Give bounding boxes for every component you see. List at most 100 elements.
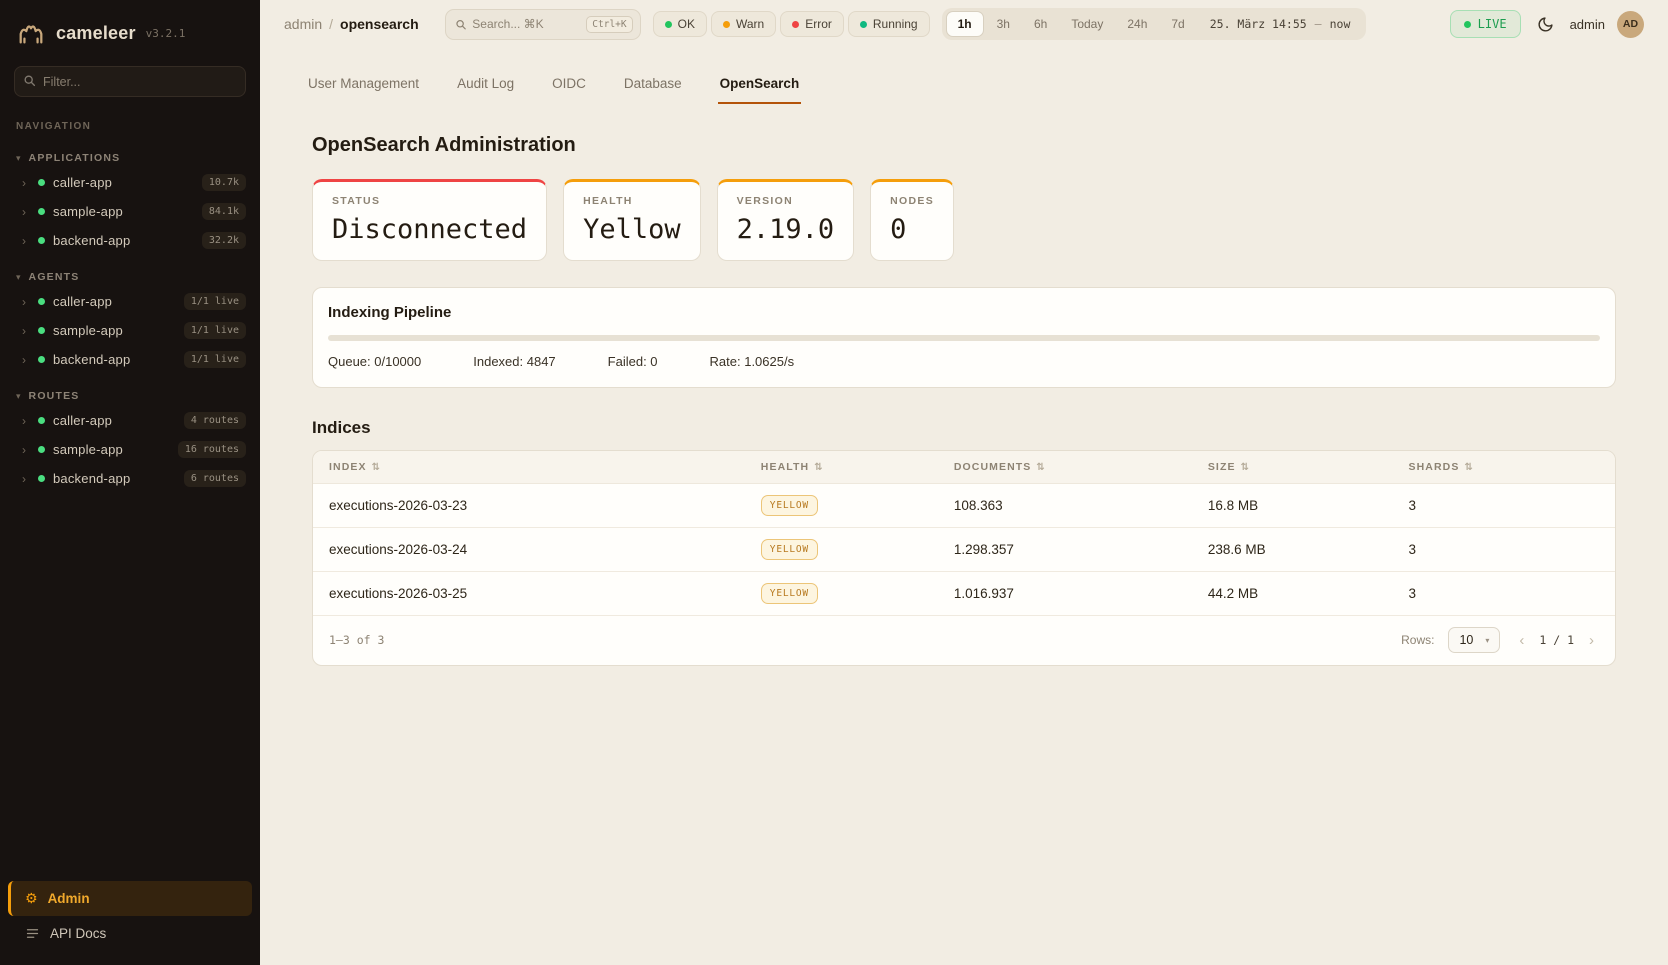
time-range-selector: 1h 3h 6h Today 24h 7d 25. März 14:55 — n… bbox=[942, 8, 1367, 40]
item-label: caller-app bbox=[53, 175, 194, 190]
cell-shards: 3 bbox=[1408, 498, 1599, 513]
sidebar-filter bbox=[14, 66, 246, 97]
global-search-input[interactable] bbox=[472, 17, 580, 31]
table-row[interactable]: executions-2026-03-25 YELLOW 1.016.937 4… bbox=[313, 572, 1615, 616]
sort-icon: ⇅ bbox=[1241, 462, 1250, 473]
sidebar-item-route-backend-app[interactable]: › backend-app 6 routes bbox=[0, 464, 260, 493]
cell-index: executions-2026-03-25 bbox=[329, 586, 761, 601]
table-row[interactable]: executions-2026-03-24 YELLOW 1.298.357 2… bbox=[313, 528, 1615, 572]
live-toggle-button[interactable]: LIVE bbox=[1450, 10, 1521, 38]
tab-opensearch[interactable]: OpenSearch bbox=[718, 70, 802, 104]
section-header-applications[interactable]: ▾ APPLICATIONS bbox=[0, 148, 260, 168]
pipeline-title: Indexing Pipeline bbox=[328, 304, 1600, 321]
stat-value: 2.19.0 bbox=[737, 214, 835, 245]
section-header-agents[interactable]: ▾ AGENTS bbox=[0, 267, 260, 287]
stat-value: 0 bbox=[890, 214, 934, 245]
admin-label: Admin bbox=[48, 891, 90, 906]
pipeline-stats: Queue: 0/10000 Indexed: 4847 Failed: 0 R… bbox=[328, 354, 1600, 369]
column-header-documents[interactable]: DOCUMENTS ⇅ bbox=[954, 461, 1208, 473]
table-row[interactable]: executions-2026-03-23 YELLOW 108.363 16.… bbox=[313, 484, 1615, 528]
caret-down-icon: ▾ bbox=[16, 391, 21, 402]
filter-chip-label: OK bbox=[678, 17, 695, 31]
item-label: backend-app bbox=[53, 233, 194, 248]
app-logo[interactable]: cameleer v3.2.1 bbox=[0, 0, 260, 62]
pipeline-queue: Queue: 0/10000 bbox=[328, 354, 421, 369]
cell-shards: 3 bbox=[1408, 542, 1599, 557]
filter-chip-warn[interactable]: Warn bbox=[711, 11, 776, 37]
cameleer-logo-icon bbox=[16, 18, 46, 48]
breadcrumb-parent[interactable]: admin bbox=[284, 16, 322, 32]
filter-chip-error[interactable]: Error bbox=[780, 11, 844, 37]
tab-oidc[interactable]: OIDC bbox=[550, 70, 588, 104]
time-range-6h[interactable]: 6h bbox=[1023, 12, 1058, 36]
live-dot-icon bbox=[1464, 21, 1471, 28]
sidebar-item-agent-caller-app[interactable]: › caller-app 1/1 live bbox=[0, 287, 260, 316]
pagination-controls: Rows: 10 ▾ ‹ 1 / 1 › bbox=[1401, 627, 1599, 653]
sidebar-item-application-backend-app[interactable]: › backend-app 32.2k bbox=[0, 226, 260, 255]
item-badge: 10.7k bbox=[202, 174, 246, 191]
time-range-1h[interactable]: 1h bbox=[946, 11, 984, 37]
status-dot bbox=[38, 356, 45, 363]
time-range-24h[interactable]: 24h bbox=[1116, 12, 1158, 36]
docs-icon bbox=[25, 926, 40, 941]
cell-health: YELLOW bbox=[761, 583, 954, 604]
sidebar-item-agent-sample-app[interactable]: › sample-app 1/1 live bbox=[0, 316, 260, 345]
sidebar-item-application-sample-app[interactable]: › sample-app 84.1k bbox=[0, 197, 260, 226]
tab-audit-log[interactable]: Audit Log bbox=[455, 70, 516, 104]
rows-per-page-select[interactable]: 10 ▾ bbox=[1448, 627, 1500, 653]
column-header-size[interactable]: SIZE ⇅ bbox=[1208, 461, 1409, 473]
filter-chip-running[interactable]: Running bbox=[848, 11, 930, 37]
cell-shards: 3 bbox=[1408, 586, 1599, 601]
date-range-display[interactable]: 25. März 14:55 — now bbox=[1198, 17, 1363, 31]
sidebar-item-application-caller-app[interactable]: › caller-app 10.7k bbox=[0, 168, 260, 197]
filter-chip-label: Error bbox=[805, 17, 832, 31]
search-icon bbox=[23, 74, 36, 87]
sidebar-filter-input[interactable] bbox=[14, 66, 246, 97]
time-range-7d[interactable]: 7d bbox=[1160, 12, 1195, 36]
page-content: User Management Audit Log OIDC Database … bbox=[260, 48, 1668, 666]
sidebar-footer: ⚙ Admin API Docs bbox=[0, 871, 260, 965]
status-dot bbox=[38, 208, 45, 215]
sidebar-section-agents: ▾ AGENTS › caller-app 1/1 live › sample-… bbox=[0, 267, 260, 374]
column-header-shards[interactable]: SHARDS ⇅ bbox=[1408, 461, 1599, 473]
stat-value: Yellow bbox=[583, 214, 681, 245]
status-dot bbox=[38, 475, 45, 482]
sidebar-item-agent-backend-app[interactable]: › backend-app 1/1 live bbox=[0, 345, 260, 374]
indices-table: INDEX ⇅ HEALTH ⇅ DOCUMENTS ⇅ SIZE ⇅ SHAR… bbox=[312, 450, 1616, 666]
stat-card-health: HEALTH Yellow bbox=[563, 179, 701, 261]
stat-label: VERSION bbox=[737, 195, 835, 207]
filter-chip-ok[interactable]: OK bbox=[653, 11, 707, 37]
section-header-routes[interactable]: ▾ ROUTES bbox=[0, 386, 260, 406]
sort-icon: ⇅ bbox=[1036, 462, 1045, 473]
time-range-today[interactable]: Today bbox=[1060, 12, 1114, 36]
tab-user-management[interactable]: User Management bbox=[306, 70, 421, 104]
tab-database[interactable]: Database bbox=[622, 70, 684, 104]
avatar[interactable]: AD bbox=[1617, 11, 1644, 38]
rows-per-page-value: 10 bbox=[1459, 633, 1473, 647]
status-dot bbox=[38, 446, 45, 453]
ok-dot-icon bbox=[665, 21, 672, 28]
cell-health: YELLOW bbox=[761, 539, 954, 560]
time-range-3h[interactable]: 3h bbox=[986, 12, 1021, 36]
dark-mode-toggle[interactable] bbox=[1533, 12, 1558, 37]
stat-label: NODES bbox=[890, 195, 934, 207]
sidebar-item-admin[interactable]: ⚙ Admin bbox=[8, 881, 252, 916]
sidebar-item-route-sample-app[interactable]: › sample-app 16 routes bbox=[0, 435, 260, 464]
item-label: sample-app bbox=[53, 442, 170, 457]
next-page-button[interactable]: › bbox=[1584, 630, 1599, 651]
global-search[interactable]: Ctrl+K bbox=[445, 9, 641, 40]
table-header-row: INDEX ⇅ HEALTH ⇅ DOCUMENTS ⇅ SIZE ⇅ SHAR… bbox=[313, 451, 1615, 484]
item-label: caller-app bbox=[53, 294, 176, 309]
column-label: HEALTH bbox=[761, 461, 809, 473]
chevron-down-icon: ▾ bbox=[1485, 636, 1489, 645]
chevron-right-icon: › bbox=[22, 295, 30, 309]
api-docs-label: API Docs bbox=[50, 926, 106, 941]
caret-down-icon: ▾ bbox=[16, 272, 21, 283]
sidebar-item-api-docs[interactable]: API Docs bbox=[8, 916, 252, 951]
item-label: sample-app bbox=[53, 323, 176, 338]
previous-page-button[interactable]: ‹ bbox=[1514, 630, 1529, 651]
column-header-index[interactable]: INDEX ⇅ bbox=[329, 461, 761, 473]
column-header-health[interactable]: HEALTH ⇅ bbox=[761, 461, 954, 473]
item-label: backend-app bbox=[53, 352, 176, 367]
sidebar-item-route-caller-app[interactable]: › caller-app 4 routes bbox=[0, 406, 260, 435]
